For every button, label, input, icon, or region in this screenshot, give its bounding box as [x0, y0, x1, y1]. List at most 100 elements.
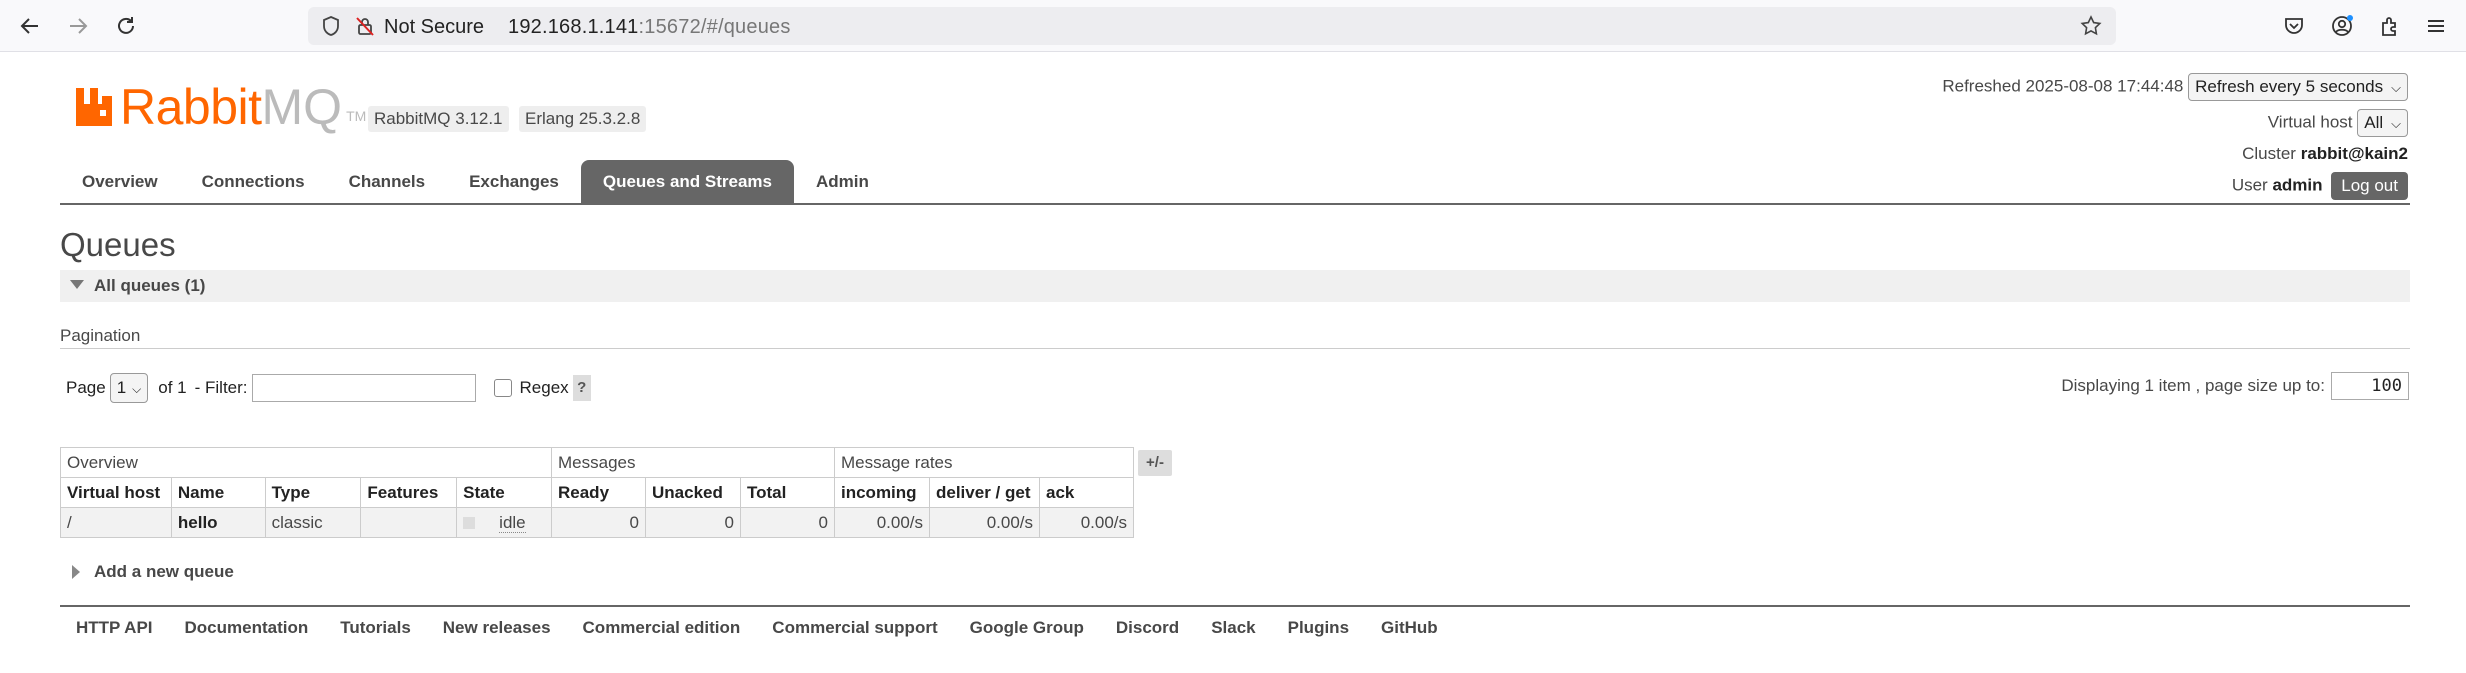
queue-name-link[interactable]: hello	[170, 507, 266, 538]
footer-link-documentation[interactable]: Documentation	[169, 618, 325, 638]
cluster-row: Cluster rabbit@kain2	[2242, 144, 2408, 164]
cell-ready: 0	[551, 507, 646, 538]
page-label: Page	[66, 378, 106, 397]
col-ready[interactable]: Ready	[551, 477, 646, 508]
refresh-select[interactable]: Refresh every 5 seconds ⌵	[2188, 73, 2408, 101]
col-deliver-get[interactable]: deliver / get	[929, 477, 1040, 508]
collapse-triangle-icon	[70, 280, 84, 289]
cluster-label: Cluster	[2242, 144, 2296, 163]
forward-icon[interactable]	[62, 10, 94, 42]
footer-link-discord[interactable]: Discord	[1100, 618, 1195, 638]
chevron-down-icon: ⌵	[2391, 116, 2401, 131]
url-host: 192.168.1.141	[508, 16, 639, 38]
page-size-input[interactable]: 100	[2331, 372, 2409, 400]
vhost-row: Virtual host All ⌵	[2268, 109, 2408, 137]
reload-icon[interactable]	[110, 10, 142, 42]
queues-table: Overview Messages Message rates Virtual …	[60, 447, 1134, 538]
tab-overview[interactable]: Overview	[60, 160, 180, 204]
tab-channels[interactable]: Channels	[327, 160, 448, 204]
col-unacked[interactable]: Unacked	[645, 477, 741, 508]
vhost-label: Virtual host	[2267, 112, 2353, 132]
shield-icon[interactable]	[320, 15, 342, 42]
tab-exchanges[interactable]: Exchanges	[447, 160, 581, 204]
table-row: / hello classic idle 0 0 0 0.00/s 0.00/s…	[60, 507, 1134, 538]
bookmark-star-icon[interactable]	[2080, 15, 2102, 42]
group-messages: Messages	[551, 447, 835, 478]
back-icon[interactable]	[14, 10, 46, 42]
display-count-row: Displaying 1 item , page size up to: 100	[2061, 370, 2409, 402]
pagination-divider	[60, 348, 2410, 349]
footer-link-http-api[interactable]: HTTP API	[60, 618, 169, 638]
col-total[interactable]: Total	[740, 477, 835, 508]
col-features: Features	[360, 477, 458, 508]
refresh-select-value: Refresh every 5 seconds	[2195, 77, 2384, 96]
footer-link-github[interactable]: GitHub	[1365, 618, 1454, 638]
vhost-select[interactable]: All ⌵	[2357, 109, 2408, 137]
table-group-header: Overview Messages Message rates	[60, 447, 1134, 478]
page-select[interactable]: 1 ⌵	[109, 373, 149, 403]
group-overview: Overview	[60, 447, 552, 478]
pocket-icon[interactable]	[2278, 10, 2310, 42]
footer-link-new-releases[interactable]: New releases	[427, 618, 567, 638]
column-toggle-button[interactable]: +/-	[1138, 450, 1172, 476]
user-label: User	[2231, 175, 2268, 195]
pagination-controls: Page 1 ⌵ of 1 - Filter: Regex ?	[66, 373, 591, 403]
footer-link-commercial-support[interactable]: Commercial support	[756, 618, 953, 638]
tab-queues-and-streams[interactable]: Queues and Streams	[580, 160, 794, 204]
url-text: 192.168.1.141:15672/#/queues	[508, 16, 791, 39]
footer-link-slack[interactable]: Slack	[1195, 618, 1271, 638]
insecure-lock-icon[interactable]	[354, 15, 376, 42]
cell-type: classic	[264, 507, 362, 538]
rabbit-logo-icon	[76, 88, 112, 126]
cell-features	[360, 507, 458, 538]
col-incoming[interactable]: incoming	[834, 477, 930, 508]
footer-link-plugins[interactable]: Plugins	[1272, 618, 1365, 638]
tab-admin[interactable]: Admin	[794, 160, 891, 204]
footer-link-google-group[interactable]: Google Group	[954, 618, 1100, 638]
filter-input[interactable]	[251, 374, 476, 402]
page-count-label: of 1	[158, 378, 187, 397]
all-queues-section-header[interactable]: All queues (1)	[60, 270, 2410, 302]
chevron-down-icon: ⌵	[2391, 80, 2401, 95]
refreshed-label: Refreshed 2025-08-08 17:44:48	[1942, 76, 2184, 96]
regex-help-button[interactable]: ?	[572, 375, 591, 401]
regex-checkbox[interactable]	[493, 379, 512, 397]
footer-divider	[60, 605, 2410, 607]
address-bar[interactable]: Not Secure 192.168.1.141:15672/#/queues	[308, 7, 2116, 45]
footer-link-tutorials[interactable]: Tutorials	[324, 618, 427, 638]
cell-state: idle	[456, 507, 552, 538]
rabbitmq-logo[interactable]: Rabbit MQ TM	[74, 82, 366, 132]
col-name[interactable]: Name	[170, 477, 266, 508]
extensions-icon[interactable]	[2374, 10, 2406, 42]
pagination-label: Pagination	[60, 326, 141, 345]
footer-link-commercial-edition[interactable]: Commercial edition	[567, 618, 757, 638]
col-ack[interactable]: ack	[1039, 477, 1134, 508]
add-queue-section-header[interactable]: Add a new queue	[72, 562, 234, 582]
col-type[interactable]: Type	[264, 477, 362, 508]
account-icon[interactable]	[2326, 10, 2358, 42]
menu-icon[interactable]	[2420, 10, 2452, 42]
cell-deliver-get: 0.00/s	[929, 507, 1040, 538]
displaying-label: Displaying 1 item , page size up to:	[2061, 376, 2325, 395]
version-badge: RabbitMQ 3.12.1	[368, 106, 509, 132]
not-secure-label: Not Secure	[384, 16, 485, 38]
logout-button[interactable]: Log out	[2331, 172, 2408, 200]
logo-trademark: TM	[346, 108, 367, 124]
url-path: :15672/#/queues	[638, 16, 791, 38]
logo-text-mq: MQ	[261, 79, 343, 135]
tab-connections[interactable]: Connections	[180, 160, 327, 204]
regex-label: Regex	[519, 378, 569, 397]
cell-unacked: 0	[645, 507, 741, 538]
page-select-value: 1	[116, 378, 127, 397]
cell-total: 0	[740, 507, 835, 538]
col-state[interactable]: State	[456, 477, 552, 508]
filter-label: - Filter:	[194, 378, 248, 397]
page-title: Queues	[60, 226, 176, 263]
chevron-down-icon: ⌵	[132, 382, 142, 396]
cell-vhost: /	[60, 507, 172, 538]
col-virtual-host[interactable]: Virtual host	[60, 477, 172, 508]
browser-toolbar: Not Secure 192.168.1.141:15672/#/queues	[0, 0, 2466, 52]
tab-divider	[60, 203, 2410, 205]
state-text: idle	[499, 512, 526, 533]
vhost-select-value: All	[2364, 113, 2384, 132]
